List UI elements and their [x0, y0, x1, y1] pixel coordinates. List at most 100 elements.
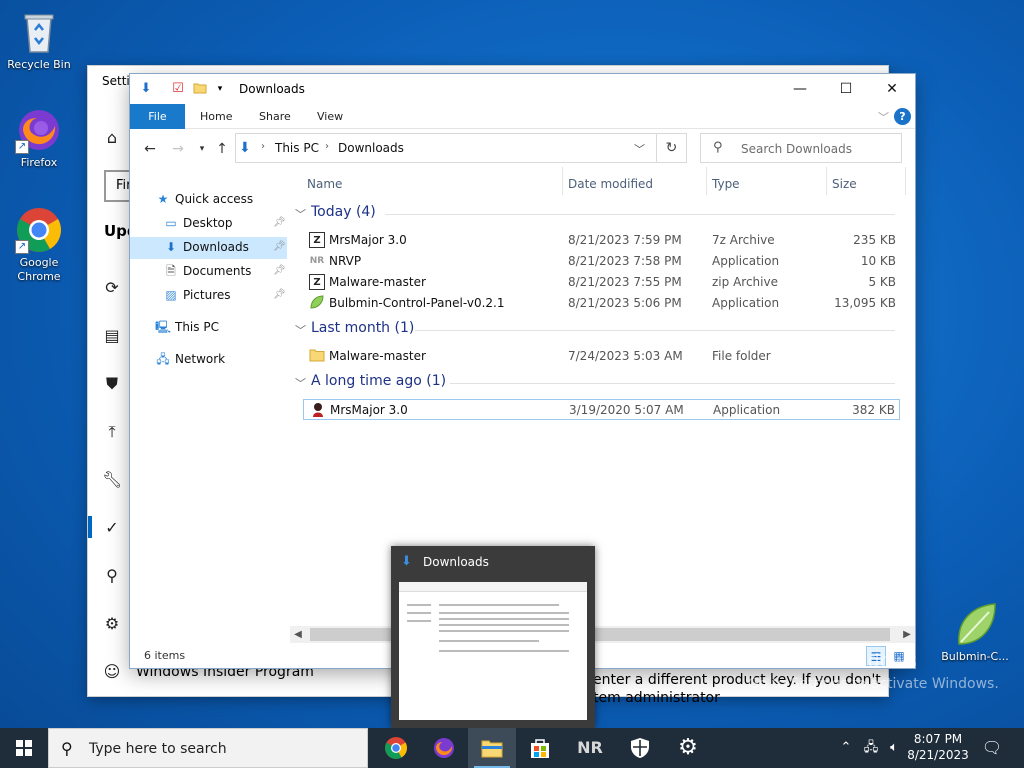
home-icon[interactable]: ⌂	[102, 128, 122, 148]
column-divider[interactable]	[706, 167, 707, 195]
preview-thumbnail[interactable]	[399, 582, 587, 720]
desktop-icon-chrome[interactable]: ↗ Google Chrome	[1, 206, 77, 284]
taskbar-firefox[interactable]	[420, 728, 468, 768]
file-row[interactable]: MrsMajor 3.0 3/19/2020 5:07 AM Applicati…	[303, 399, 900, 420]
desktop-icon-recycle-bin[interactable]: Recycle Bin	[1, 8, 77, 72]
find-device-icon[interactable]: ⚲	[102, 566, 122, 586]
file-size: 10 KB	[860, 254, 896, 268]
minimize-button[interactable]: —	[777, 74, 823, 104]
address-bar[interactable]: ⬇ › This PC › Downloads ﹀	[235, 133, 657, 163]
notifications-icon[interactable]: 🗨︎	[978, 728, 1006, 768]
navigation-bar: ← → ▾ ↑ ⬇ › This PC › Downloads ﹀ ↻ ⚲ Se…	[130, 130, 915, 167]
show-hidden-icons[interactable]: ⌃	[836, 728, 856, 768]
taskbar-store[interactable]	[516, 728, 564, 768]
search-input[interactable]: ⚲ Search Downloads	[700, 133, 902, 163]
taskbar-search-box[interactable]: ⚲ Type here to search	[48, 728, 368, 768]
group-header[interactable]: ﹀ A long time ago (1)	[295, 373, 905, 393]
item-count: 6 items	[144, 649, 186, 662]
file-type: Application	[713, 403, 781, 417]
breadcrumb-separator[interactable]: ›	[325, 141, 329, 152]
file-row[interactable]: Bulbmin-Control-Panel-v0.2.1 8/21/2023 5…	[303, 293, 900, 314]
taskbar-settings[interactable]: ⚙︎	[664, 728, 712, 768]
delivery-icon[interactable]: ▤	[102, 326, 122, 346]
nav-item-label: Network	[175, 352, 226, 366]
pin-icon[interactable]: 📌︎	[273, 284, 286, 306]
forward-arrow-icon[interactable]: →	[168, 139, 188, 159]
shield-icon	[631, 738, 649, 758]
column-divider[interactable]	[905, 167, 906, 195]
activation-check-icon[interactable]: ✓	[102, 518, 122, 538]
search-icon: ⚲	[713, 140, 723, 155]
download-arrow-icon: ⬇	[165, 240, 177, 254]
title-bar[interactable]: ⬇ ☑ ▾ Downloads — ☐ ✕	[130, 74, 915, 104]
refresh-button[interactable]: ↻	[657, 133, 687, 163]
help-button[interactable]: ?	[894, 108, 911, 125]
file-row[interactable]: NR NRVP 8/21/2023 7:58 PM Application 10…	[303, 251, 900, 272]
shield-icon[interactable]: ⛊	[102, 374, 122, 394]
horizontal-scrollbar[interactable]: ◀ ▶	[290, 626, 915, 643]
column-header-name[interactable]: Name	[307, 177, 342, 191]
file-row[interactable]: Z Malware-master 8/21/2023 7:55 PM zip A…	[303, 272, 900, 293]
firefox-icon: ↗	[15, 106, 63, 154]
nav-item-downloads[interactable]: ⬇ Downloads 📌︎	[163, 236, 286, 258]
sync-icon[interactable]: ⟳	[102, 278, 122, 298]
taskbar-chrome[interactable]	[372, 728, 420, 768]
computer-icon: 🖳︎	[155, 320, 172, 334]
insider-icon[interactable]: ☺	[102, 662, 122, 682]
ribbon-expand-icon[interactable]: ﹀	[878, 109, 889, 125]
column-header-type[interactable]: Type	[712, 177, 740, 191]
ribbon-tabs: File Home Share View ﹀ ?	[130, 104, 915, 129]
close-button[interactable]: ✕	[869, 74, 915, 104]
pin-icon[interactable]: 📌︎	[273, 212, 286, 234]
new-folder-icon[interactable]	[192, 81, 208, 97]
maximize-button[interactable]: ☐	[823, 74, 869, 104]
desktop-folder-icon: ▭	[165, 216, 177, 230]
address-dropdown-icon[interactable]: ﹀	[634, 141, 645, 157]
breadcrumb-this-pc[interactable]: This PC	[275, 141, 319, 155]
taskbar-thumbnail-preview[interactable]: ⬇ Downloads	[391, 546, 595, 728]
pin-icon[interactable]: 📌︎	[273, 236, 286, 258]
column-divider[interactable]	[562, 167, 563, 195]
mini-row	[439, 618, 569, 620]
developer-icon[interactable]: ⚙︎	[102, 614, 122, 634]
customize-toolbar-icon[interactable]: ▾	[212, 81, 228, 97]
file-row[interactable]: Malware-master 7/24/2023 5:03 AM File fo…	[303, 346, 900, 367]
file-row[interactable]: Z MrsMajor 3.0 8/21/2023 7:59 PM 7z Arch…	[303, 230, 900, 251]
tab-file[interactable]: File	[130, 104, 185, 129]
desktop-icon-firefox[interactable]: ↗ Firefox	[1, 106, 77, 170]
tab-share[interactable]: Share	[247, 104, 303, 129]
nav-item-desktop[interactable]: ▭ Desktop 📌︎	[163, 212, 285, 234]
pin-icon[interactable]: 📌︎	[273, 260, 286, 282]
up-arrow-icon[interactable]: ↑	[212, 139, 232, 159]
column-divider[interactable]	[826, 167, 827, 195]
taskbar-nr-app[interactable]: NR	[566, 728, 614, 768]
nav-item-label: Documents	[183, 264, 252, 278]
nav-item-pictures[interactable]: ▨ Pictures 📌︎	[163, 284, 285, 306]
column-header-date[interactable]: Date modified	[568, 177, 653, 191]
breadcrumb-downloads[interactable]: Downloads	[338, 141, 404, 155]
network-icon[interactable]: 🖧︎	[860, 728, 882, 768]
tab-view[interactable]: View	[305, 104, 355, 129]
volume-icon[interactable]: 🔈︎	[884, 728, 904, 768]
nav-item-documents[interactable]: 🗎 Documents 📌︎	[163, 260, 286, 282]
back-arrow-icon[interactable]: ←	[140, 139, 160, 159]
taskbar-file-explorer[interactable]	[468, 728, 516, 768]
document-icon: 🗎	[166, 264, 176, 278]
group-header[interactable]: ﹀ Today (4)	[295, 204, 905, 224]
wrench-icon[interactable]: 🔧︎	[102, 470, 122, 490]
scroll-left-icon[interactable]: ◀	[290, 626, 306, 643]
recent-locations-icon[interactable]: ▾	[192, 139, 212, 159]
tab-home[interactable]: Home	[188, 104, 244, 129]
activation-watermark: Activate Windows Go to Settings to activ…	[748, 650, 999, 692]
taskbar-security[interactable]	[616, 728, 664, 768]
file-explorer-icon	[481, 740, 503, 758]
download-arrow-icon: ⬇	[239, 140, 251, 156]
backup-icon[interactable]: ⤒	[102, 422, 122, 442]
breadcrumb-separator[interactable]: ›	[261, 141, 265, 152]
group-header[interactable]: ﹀ Last month (1)	[295, 320, 905, 340]
properties-icon[interactable]: ☑	[170, 81, 186, 97]
scroll-right-icon[interactable]: ▶	[899, 626, 915, 643]
start-button[interactable]	[0, 728, 48, 768]
taskbar-clock[interactable]: 8:07 PM 8/21/2023	[904, 731, 972, 763]
column-header-size[interactable]: Size	[832, 177, 857, 191]
